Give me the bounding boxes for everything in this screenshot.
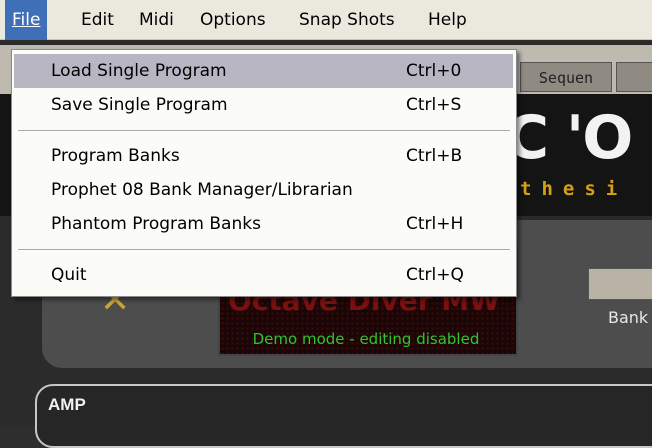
menu-midi-label: Midi — [139, 10, 174, 30]
menu-item-label: Program Banks — [51, 146, 180, 166]
tab-next[interactable] — [616, 62, 652, 92]
menu-separator — [18, 130, 510, 132]
amp-section-label: AMP — [48, 395, 86, 414]
menu-options[interactable]: Options — [193, 0, 273, 40]
menu-file[interactable]: File — [5, 0, 48, 40]
menu-item-bank-manager-librarian[interactable]: Prophet 08 Bank Manager/Librarian — [14, 173, 513, 207]
menu-edit-label: Edit — [81, 10, 114, 30]
menu-item-shortcut: Ctrl+H — [406, 214, 464, 234]
menu-snap-shots[interactable]: Snap Shots — [292, 0, 402, 40]
menu-item-label: Save Single Program — [51, 95, 228, 115]
menu-options-label: Options — [200, 10, 266, 30]
amp-section — [35, 384, 652, 448]
menu-separator — [18, 249, 510, 251]
menu-item-load-single-program[interactable]: Load Single Program Ctrl+0 — [14, 54, 513, 88]
menu-help-label: Help — [428, 10, 467, 30]
bank-label: Bank — [608, 308, 649, 327]
menu-item-shortcut: Ctrl+B — [406, 146, 463, 166]
menu-file-label: File — [12, 10, 41, 30]
menu-item-shortcut: Ctrl+Q — [406, 265, 464, 285]
menubar: File Edit Midi Options Snap Shots Help — [0, 0, 652, 40]
tab-sequencer[interactable]: Sequen — [520, 62, 612, 92]
menu-edit[interactable]: Edit — [74, 0, 121, 40]
menu-item-label: Load Single Program — [51, 61, 227, 81]
demo-mode-status: Demo mode - editing disabled — [252, 330, 480, 348]
menu-item-program-banks[interactable]: Program Banks Ctrl+B — [14, 139, 513, 173]
menu-item-phantom-program-banks[interactable]: Phantom Program Banks Ctrl+H — [14, 207, 513, 241]
menu-help[interactable]: Help — [421, 0, 474, 40]
menu-item-label: Quit — [51, 265, 87, 285]
menu-item-save-single-program[interactable]: Save Single Program Ctrl+S — [14, 88, 513, 122]
bank-button[interactable] — [588, 268, 652, 300]
menu-item-shortcut: Ctrl+0 — [406, 61, 462, 81]
synth-logo-subtitle: thesi — [520, 178, 628, 200]
synth-logo: C 'O — [505, 103, 633, 173]
menu-midi[interactable]: Midi — [132, 0, 181, 40]
file-dropdown-menu: Load Single Program Ctrl+0 Save Single P… — [11, 49, 517, 297]
menu-item-label: Prophet 08 Bank Manager/Librarian — [51, 180, 353, 200]
menu-snap-shots-label: Snap Shots — [299, 10, 395, 30]
menu-item-shortcut: Ctrl+S — [406, 95, 462, 115]
menu-item-quit[interactable]: Quit Ctrl+Q — [14, 258, 513, 292]
menu-item-label: Phantom Program Banks — [51, 214, 261, 234]
